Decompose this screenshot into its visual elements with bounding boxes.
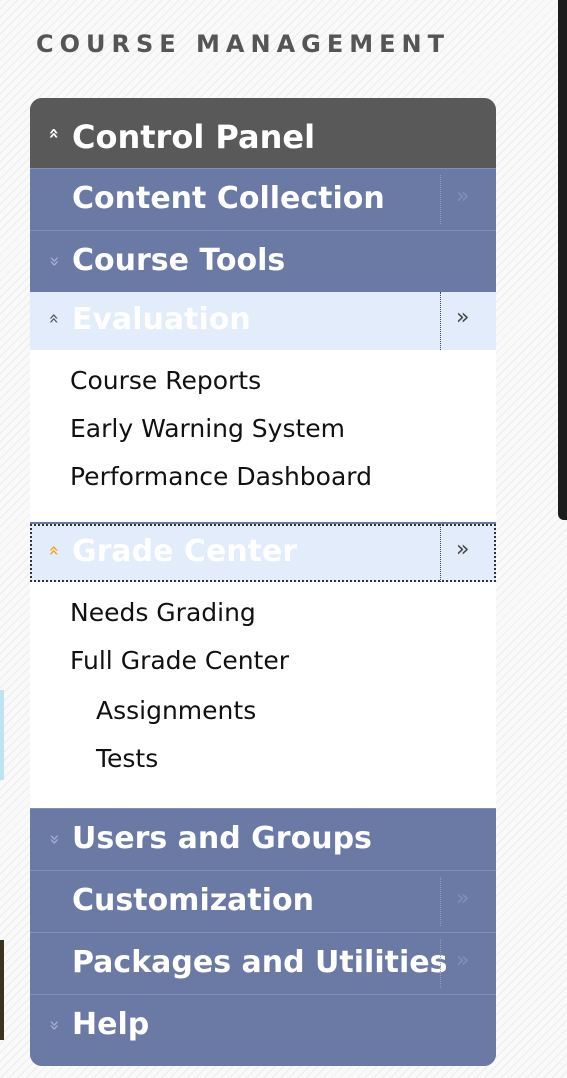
content-frame-edge	[558, 0, 567, 520]
section-evaluation[interactable]: « Evaluation »	[30, 292, 496, 350]
divider	[440, 175, 441, 224]
evaluation-expand-icon[interactable]: »	[456, 305, 469, 330]
help-label: Help	[72, 1007, 150, 1042]
link-early-warning-system[interactable]: Early Warning System	[70, 414, 345, 443]
expand-chevron-icon[interactable]: «	[44, 251, 65, 273]
customization-expand-icon[interactable]: »	[456, 886, 469, 911]
control-panel-header[interactable]: « Control Panel	[30, 98, 496, 168]
control-panel-menu: « Control Panel Content Collection » « C…	[30, 98, 496, 1066]
link-performance-dashboard[interactable]: Performance Dashboard	[70, 462, 372, 491]
expand-chevron-icon[interactable]: «	[44, 829, 65, 851]
grade-center-label: Grade Center	[72, 534, 298, 569]
packages-and-utilities-expand-icon[interactable]: »	[456, 948, 469, 973]
nav-help[interactable]: « Help	[30, 994, 496, 1066]
expand-chevron-icon[interactable]: «	[44, 1015, 65, 1037]
divider	[440, 524, 441, 582]
course-tools-label: Course Tools	[72, 243, 286, 278]
divider	[440, 939, 441, 988]
evaluation-items: Course Reports Early Warning System Perf…	[30, 350, 496, 524]
collapse-chevron-icon[interactable]: «	[44, 540, 65, 562]
nav-users-and-groups[interactable]: « Users and Groups	[30, 808, 496, 870]
content-collection-label: Content Collection	[72, 181, 385, 216]
packages-and-utilities-label: Packages and Utilities	[72, 945, 448, 980]
nav-packages-and-utilities[interactable]: Packages and Utilities »	[30, 932, 496, 994]
link-tests[interactable]: Tests	[96, 744, 158, 773]
collapse-chevron-icon: «	[43, 127, 65, 140]
grade-center-expand-icon[interactable]: »	[456, 537, 469, 562]
nav-course-tools[interactable]: « Course Tools	[30, 230, 496, 292]
divider	[440, 877, 441, 926]
background-edge-fragment	[0, 690, 4, 780]
control-panel-title: Control Panel	[72, 118, 316, 156]
background-edge-fragment	[0, 940, 4, 1040]
collapse-chevron-icon[interactable]: «	[44, 308, 65, 330]
section-grade-center[interactable]: « Grade Center »	[30, 524, 496, 582]
divider	[440, 292, 441, 350]
link-course-reports[interactable]: Course Reports	[70, 366, 261, 395]
link-assignments[interactable]: Assignments	[96, 696, 256, 725]
course-management-heading: COURSE MANAGEMENT	[36, 30, 450, 58]
content-collection-expand-icon[interactable]: »	[456, 184, 469, 209]
nav-content-collection[interactable]: Content Collection »	[30, 168, 496, 230]
evaluation-label: Evaluation	[72, 302, 251, 337]
users-and-groups-label: Users and Groups	[72, 821, 372, 856]
link-full-grade-center[interactable]: Full Grade Center	[70, 646, 289, 675]
grade-center-items: Needs Grading Full Grade Center Assignme…	[30, 582, 496, 808]
customization-label: Customization	[72, 883, 315, 918]
nav-customization[interactable]: Customization »	[30, 870, 496, 932]
link-needs-grading[interactable]: Needs Grading	[70, 598, 256, 627]
